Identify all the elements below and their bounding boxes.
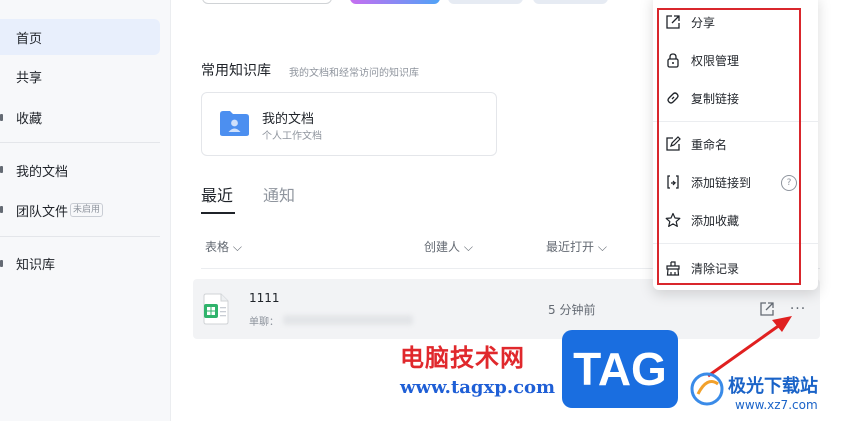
sidebar-item-knowledge-base[interactable]: 知识库 <box>0 245 160 281</box>
knowledge-card[interactable]: 我的文档 个人工作文档 <box>201 92 497 156</box>
top-button[interactable] <box>533 0 608 4</box>
tab-underline <box>201 212 235 214</box>
sidebar: 首页 共享 收藏 我的文档 团队文件 未启用 知识库 <box>0 0 171 421</box>
sidebar-item-label: 收藏 <box>16 111 43 127</box>
sidebar-item-favorites[interactable]: 收藏 <box>0 99 160 135</box>
tab-notifications[interactable]: 通知 <box>263 182 295 206</box>
watermark-text: 电脑技术网 <box>400 343 525 372</box>
tab-recent[interactable]: 最近 <box>201 182 233 206</box>
column-label: 创建人 <box>424 240 461 254</box>
top-button[interactable] <box>350 0 440 4</box>
sidebar-item-label: 团队文件 <box>16 204 69 220</box>
watermark-url: www.xz7.com <box>735 398 818 412</box>
last-opened-time: 5 分钟前 <box>548 303 596 317</box>
file-name[interactable]: 1111 <box>249 291 280 305</box>
sidebar-divider <box>0 236 160 237</box>
top-button[interactable] <box>448 0 523 4</box>
section-subtitle: 我的文档和经常访问的知识库 <box>289 68 419 79</box>
watermark-url: www.tagxp.com <box>400 377 556 398</box>
sidebar-item-shared[interactable]: 共享 <box>0 58 160 94</box>
section-title: 常用知识库 <box>201 63 271 79</box>
chevron-down-icon: ⌵ <box>232 240 242 254</box>
sidebar-item-label: 我的文档 <box>16 164 69 180</box>
column-label: 表格 <box>205 240 230 254</box>
sidebar-item-label: 首页 <box>16 31 43 47</box>
sidebar-divider <box>0 142 160 143</box>
column-type[interactable]: 表格 ⌵ <box>205 238 242 255</box>
spreadsheet-icon <box>203 293 229 325</box>
card-title: 我的文档 <box>262 112 315 127</box>
jiguang-logo-icon <box>690 372 724 406</box>
chevron-down-icon: ⌵ <box>463 240 473 254</box>
watermark-logo: TAG <box>562 330 678 408</box>
sidebar-item-team-files[interactable]: 团队文件 未启用 <box>0 192 160 228</box>
column-last-opened[interactable]: 最近打开 ⌵ <box>546 238 607 255</box>
column-creator[interactable]: 创建人 ⌵ <box>424 238 473 255</box>
file-source: 单聊： <box>249 317 279 328</box>
annotation-highlight-box <box>657 8 801 285</box>
watermark-text: 极光下载站 <box>728 376 818 397</box>
blurred-text <box>283 315 413 325</box>
sidebar-item-label: 知识库 <box>16 257 56 273</box>
top-button[interactable] <box>202 0 332 4</box>
folder-icon <box>220 111 249 136</box>
column-label: 最近打开 <box>546 240 595 254</box>
chevron-down-icon: ⌵ <box>597 240 607 254</box>
status-badge: 未启用 <box>70 203 104 217</box>
sidebar-item-my-docs[interactable]: 我的文档 <box>0 152 160 188</box>
card-subtitle: 个人工作文档 <box>262 131 322 142</box>
sidebar-item-label: 共享 <box>16 70 43 86</box>
sidebar-item-home[interactable]: 首页 <box>0 19 160 55</box>
